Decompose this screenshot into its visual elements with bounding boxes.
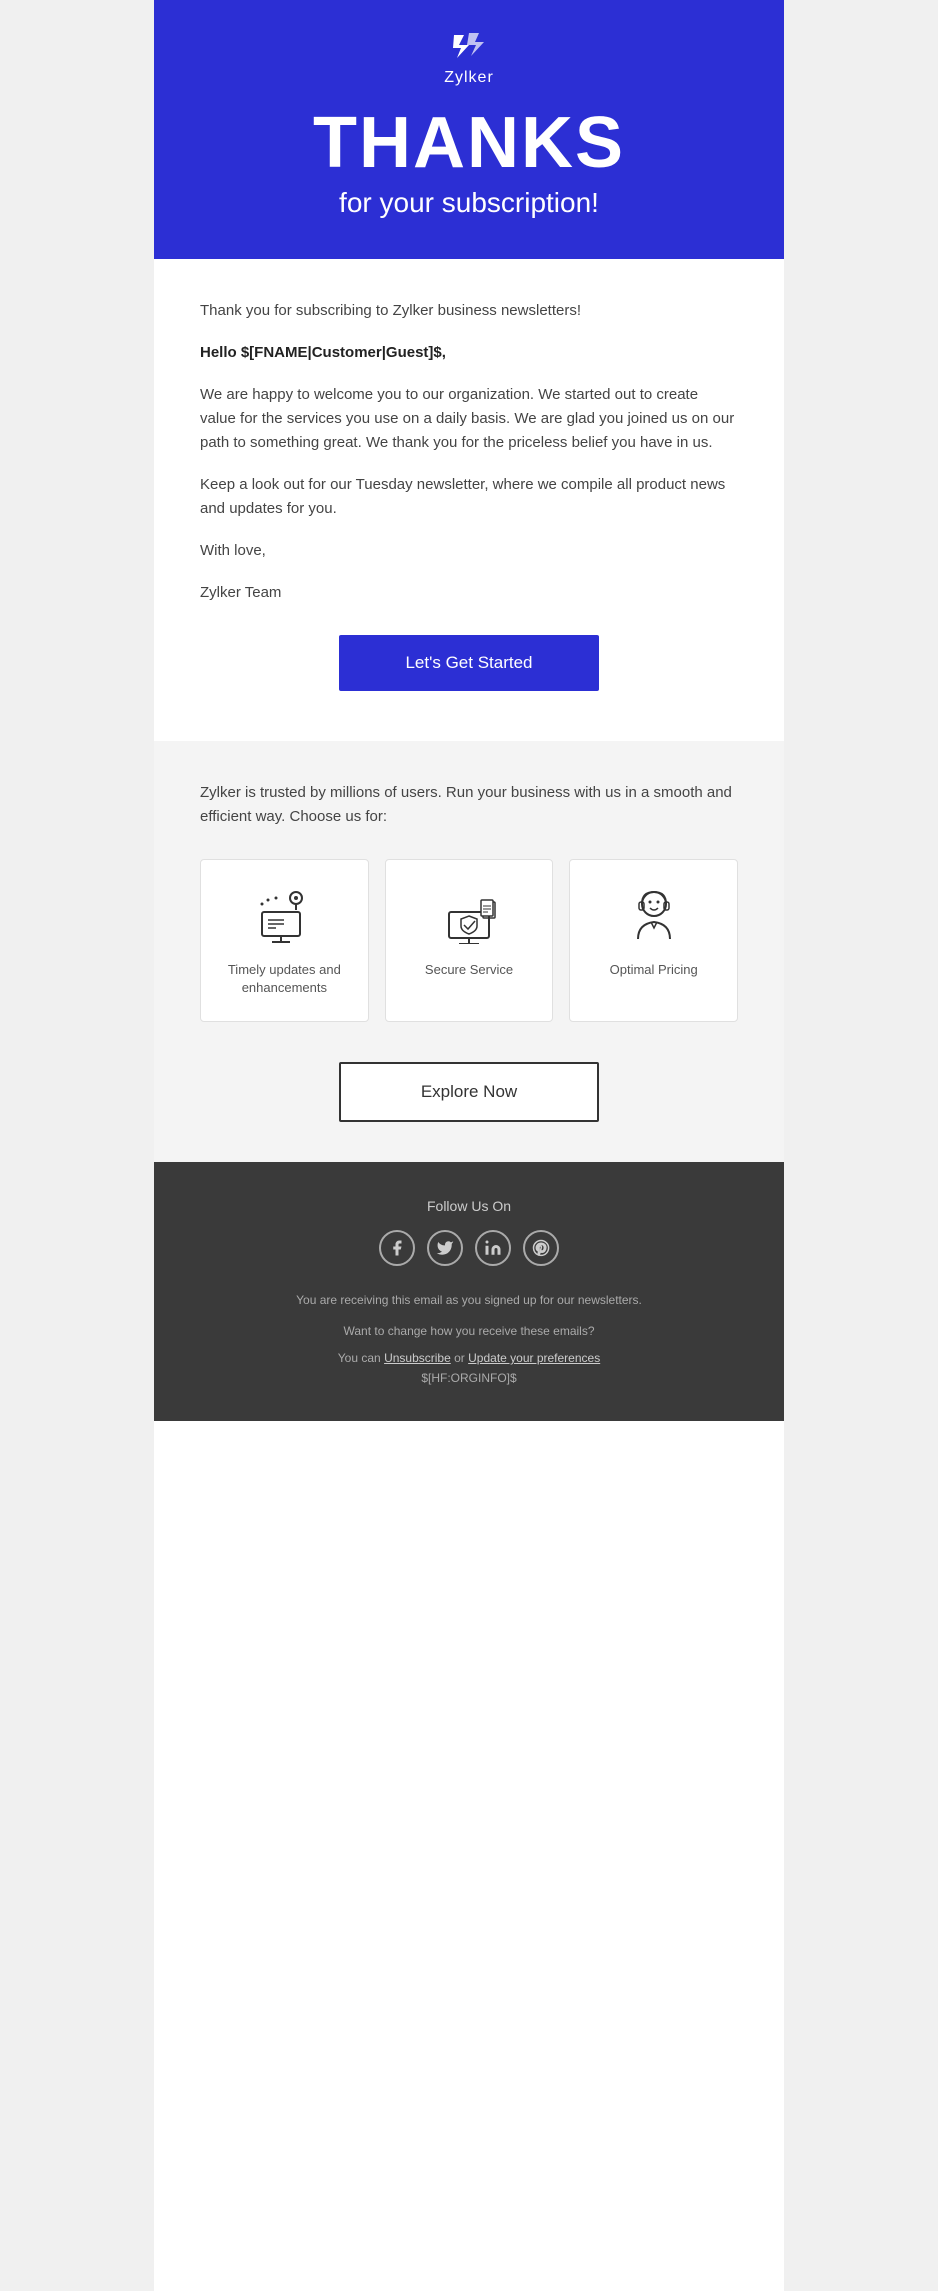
unsubscribe-link[interactable]: Unsubscribe <box>384 1351 451 1365</box>
sign-off-2: Zylker Team <box>200 581 738 605</box>
update-preferences-link[interactable]: Update your preferences <box>468 1351 600 1365</box>
pinterest-icon[interactable] <box>523 1230 559 1266</box>
logo-text: Zylker <box>174 69 764 87</box>
disclaimer-text-1: You are receiving this email as you sign… <box>174 1290 764 1310</box>
header-section: Zylker THANKS for your subscription! <box>154 0 784 259</box>
disclaimer-text-2: Want to change how you receive these ema… <box>174 1321 764 1341</box>
twitter-icon[interactable] <box>427 1230 463 1266</box>
social-icons-row <box>174 1230 764 1266</box>
intro-line: Thank you for subscribing to Zylker busi… <box>200 299 738 323</box>
features-grid: Timely updates and enhancements <box>200 859 738 1022</box>
features-intro: Zylker is trusted by millions of users. … <box>200 781 738 829</box>
email-container: Zylker THANKS for your subscription! Tha… <box>154 0 784 2291</box>
feature-label-updates: Timely updates and enhancements <box>217 961 352 997</box>
sign-off-1: With love, <box>200 539 738 563</box>
follow-us-text: Follow Us On <box>174 1198 764 1214</box>
thanks-title: THANKS <box>174 107 764 179</box>
links-line: You can Unsubscribe or Update your prefe… <box>174 1351 764 1365</box>
get-started-button[interactable]: Let's Get Started <box>339 635 599 691</box>
updates-icon <box>254 884 314 944</box>
main-content-section: Thank you for subscribing to Zylker busi… <box>154 259 784 741</box>
thanks-subtitle: for your subscription! <box>174 187 764 219</box>
footer-section: Follow Us On You are receiving this emai… <box>154 1162 784 1421</box>
org-info-text: $[HF:ORGINFO]$ <box>174 1371 764 1385</box>
pricing-icon <box>624 884 684 944</box>
feature-card-secure: Secure Service <box>385 859 554 1022</box>
feature-label-pricing: Optimal Pricing <box>586 961 721 979</box>
feature-label-secure: Secure Service <box>402 961 537 979</box>
features-section: Zylker is trusted by millions of users. … <box>154 741 784 1162</box>
feature-card-updates: Timely updates and enhancements <box>200 859 369 1022</box>
explore-now-button[interactable]: Explore Now <box>339 1062 599 1122</box>
greeting-line: Hello $[FNAME|Customer|Guest]$, <box>200 341 738 365</box>
facebook-icon[interactable] <box>379 1230 415 1266</box>
or-text: or <box>454 1351 465 1365</box>
body-paragraph-2: Keep a look out for our Tuesday newslett… <box>200 473 738 521</box>
logo-icon <box>449 30 489 65</box>
feature-card-pricing: Optimal Pricing <box>569 859 738 1022</box>
secure-icon <box>439 884 499 944</box>
you-can-text: You can <box>338 1351 381 1365</box>
linkedin-icon[interactable] <box>475 1230 511 1266</box>
body-paragraph-1: We are happy to welcome you to our organ… <box>200 383 738 455</box>
